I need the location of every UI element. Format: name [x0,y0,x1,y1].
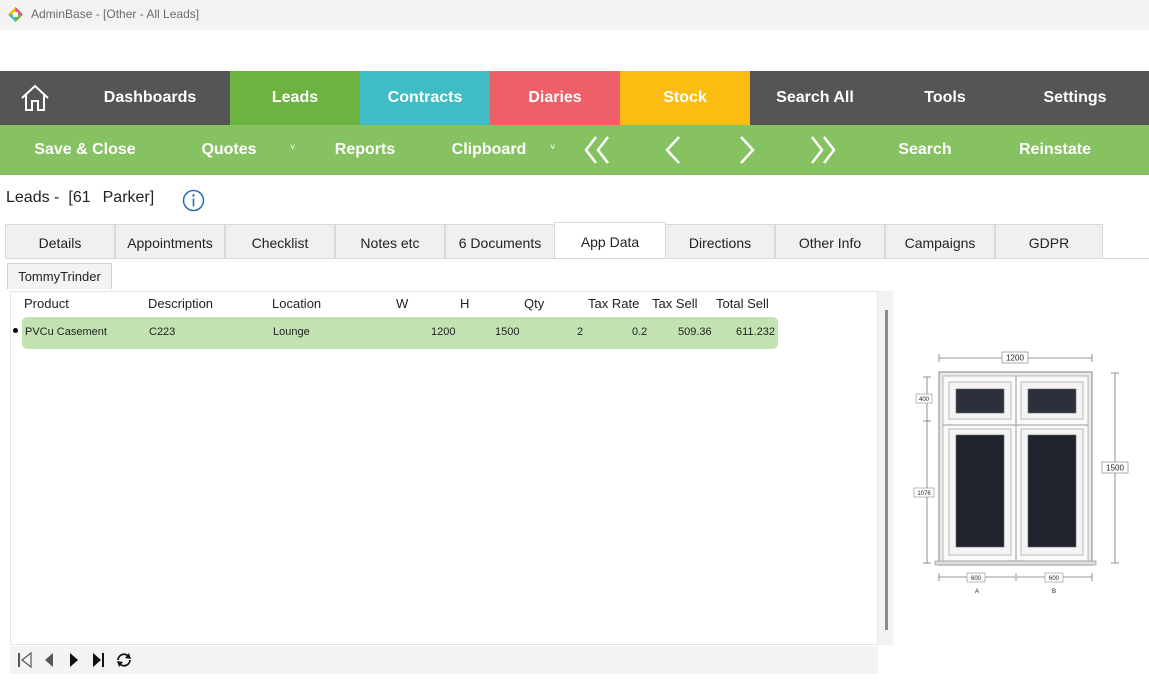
col-location[interactable]: Location [272,296,321,311]
record-ref: [61 [68,189,91,206]
tab-details[interactable]: Details [5,224,115,260]
dim-height-label: 1500 [1106,464,1124,473]
quotes-button[interactable]: Quotes [185,125,273,175]
cell-qty: 2 [577,326,584,338]
tab-documents[interactable]: 6 Documents [445,224,555,260]
col-description[interactable]: Description [148,296,213,311]
table-row[interactable] [22,317,778,349]
cell-description: C223 [149,326,176,338]
grid-scroll-thumb[interactable] [885,310,888,630]
chevron-right-icon[interactable] [727,135,767,165]
nav-search-all[interactable]: Search All [750,71,880,125]
window-title: AdminBase - [Other - All Leads] [31,7,200,21]
nav-dashboards[interactable]: Dashboards [85,71,215,125]
dim-pane-a-label: 600 [971,576,982,582]
record-pager [10,646,878,674]
nav-contracts[interactable]: Contracts [360,71,490,125]
quotes-dropdown-icon[interactable]: ˅ [290,142,295,152]
record-prefix: Leads - [6,189,60,206]
cell-h: 1500 [495,326,520,338]
dim-width-label: 1200 [1006,354,1024,363]
nav-tools[interactable]: Tools [880,71,1010,125]
double-chevron-right-icon[interactable] [802,135,842,165]
reinstate-button[interactable]: Reinstate [1010,125,1100,175]
subtab-user[interactable]: TommyTrinder [7,263,112,289]
nav-leads[interactable]: Leads [230,71,360,125]
tab-other-info[interactable]: Other Info [775,224,885,260]
row-indicator [13,328,18,333]
save-close-button[interactable]: Save & Close [20,125,150,175]
info-icon[interactable] [182,189,205,212]
clipboard-button[interactable]: Clipboard [440,125,538,175]
tab-app-data[interactable]: App Data [554,222,666,260]
col-w[interactable]: W [396,296,408,311]
cell-product: PVCu Casement [25,326,107,338]
cell-tax-rate: 0.2 [632,326,648,338]
home-button[interactable] [0,71,70,125]
prev-page-icon[interactable] [40,652,60,668]
reports-button[interactable]: Reports [320,125,410,175]
app-logo-icon [8,7,23,22]
cell-w: 1200 [431,326,456,338]
main-nav: Dashboards Leads Contracts Diaries Stock… [0,71,1149,125]
tab-directions[interactable]: Directions [665,224,775,260]
dim-top-light-label: 400 [919,397,930,403]
search-button[interactable]: Search [890,125,960,175]
chevron-left-icon[interactable] [653,135,693,165]
tab-checklist[interactable]: Checklist [225,224,335,260]
clipboard-dropdown-icon[interactable]: ˅ [550,142,555,152]
record-heading: Leads - [61 Parker] [6,189,154,207]
col-total-sell[interactable]: Total Sell [716,296,769,311]
record-name: Parker] [102,189,155,206]
pane-b-label: B [1052,589,1056,595]
next-page-icon[interactable] [65,652,85,668]
refresh-icon[interactable] [114,652,134,668]
tab-campaigns[interactable]: Campaigns [885,224,995,260]
tab-appointments[interactable]: Appointments [115,224,225,260]
first-page-icon[interactable] [15,652,35,668]
col-qty[interactable]: Qty [524,296,544,311]
nav-stock[interactable]: Stock [620,71,750,125]
home-icon [21,84,49,111]
window-diagram: 1200 1500 400 1076 600 600 A B [913,351,1129,595]
double-chevron-left-icon[interactable] [578,135,618,165]
dim-bottom-light-label: 1076 [917,491,931,497]
title-bar: AdminBase - [Other - All Leads] [0,0,1149,30]
cell-total-sell: 611.232 [736,326,775,338]
col-tax-sell[interactable]: Tax Sell [652,296,698,311]
col-tax-rate[interactable]: Tax Rate [588,296,639,311]
tab-notes[interactable]: Notes etc [335,224,445,260]
last-page-icon[interactable] [90,652,110,668]
dim-pane-b-label: 600 [1049,576,1060,582]
nav-diaries[interactable]: Diaries [490,71,620,125]
col-product[interactable]: Product [24,296,69,311]
cell-location: Lounge [273,326,310,338]
col-h[interactable]: H [460,296,469,311]
action-toolbar: Save & Close Quotes ˅ Reports Clipboard … [0,125,1149,175]
nav-settings[interactable]: Settings [1010,71,1140,125]
pane-a-label: A [975,589,979,595]
cell-tax-sell: 509.36 [678,326,712,338]
tab-gdpr[interactable]: GDPR [995,224,1103,260]
